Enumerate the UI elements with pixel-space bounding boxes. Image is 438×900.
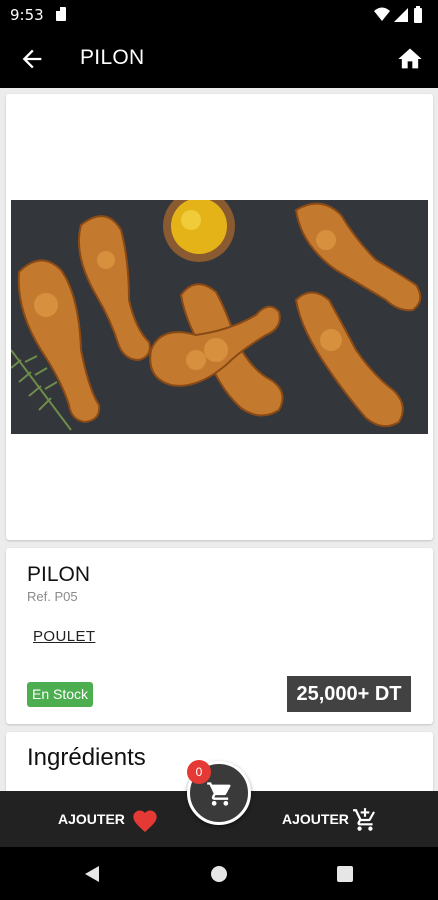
sim-card-icon [56,7,66,21]
system-navigation-bar [0,847,438,900]
cart-add-button-label: AJOUTER [282,811,349,827]
status-time: 9:53 [10,6,44,24]
cart-plus-icon [353,808,375,831]
app-bar: PILON [0,30,438,88]
wifi-icon [374,7,390,21]
nav-recent-apps-icon[interactable] [337,866,353,882]
status-icons [374,6,422,23]
product-image [11,200,428,434]
product-name: PILON [27,563,91,586]
price-tag: 25,000+ DT [287,676,411,712]
home-icon[interactable] [396,45,424,73]
status-bar: 9:53 [0,0,438,30]
back-arrow-icon[interactable] [18,45,46,73]
battery-icon [414,8,422,23]
product-reference: Ref. P05 [27,589,78,604]
nav-home-icon[interactable] [211,866,227,882]
product-image-card [6,94,433,540]
product-info-card: PILON Ref. P05 POULET En Stock 25,000+ D… [6,548,433,724]
nav-back-icon[interactable] [84,865,100,883]
favorite-button-label: AJOUTER [58,811,125,827]
signal-icon [394,8,408,22]
ingredients-title: Ingrédients [27,744,146,771]
page-title: PILON [80,46,145,69]
stock-status-badge: En Stock [27,682,94,707]
heart-icon [133,810,157,832]
cart-icon [207,782,231,806]
category-link[interactable]: POULET [33,628,95,645]
cart-count-badge: 0 [187,760,211,784]
